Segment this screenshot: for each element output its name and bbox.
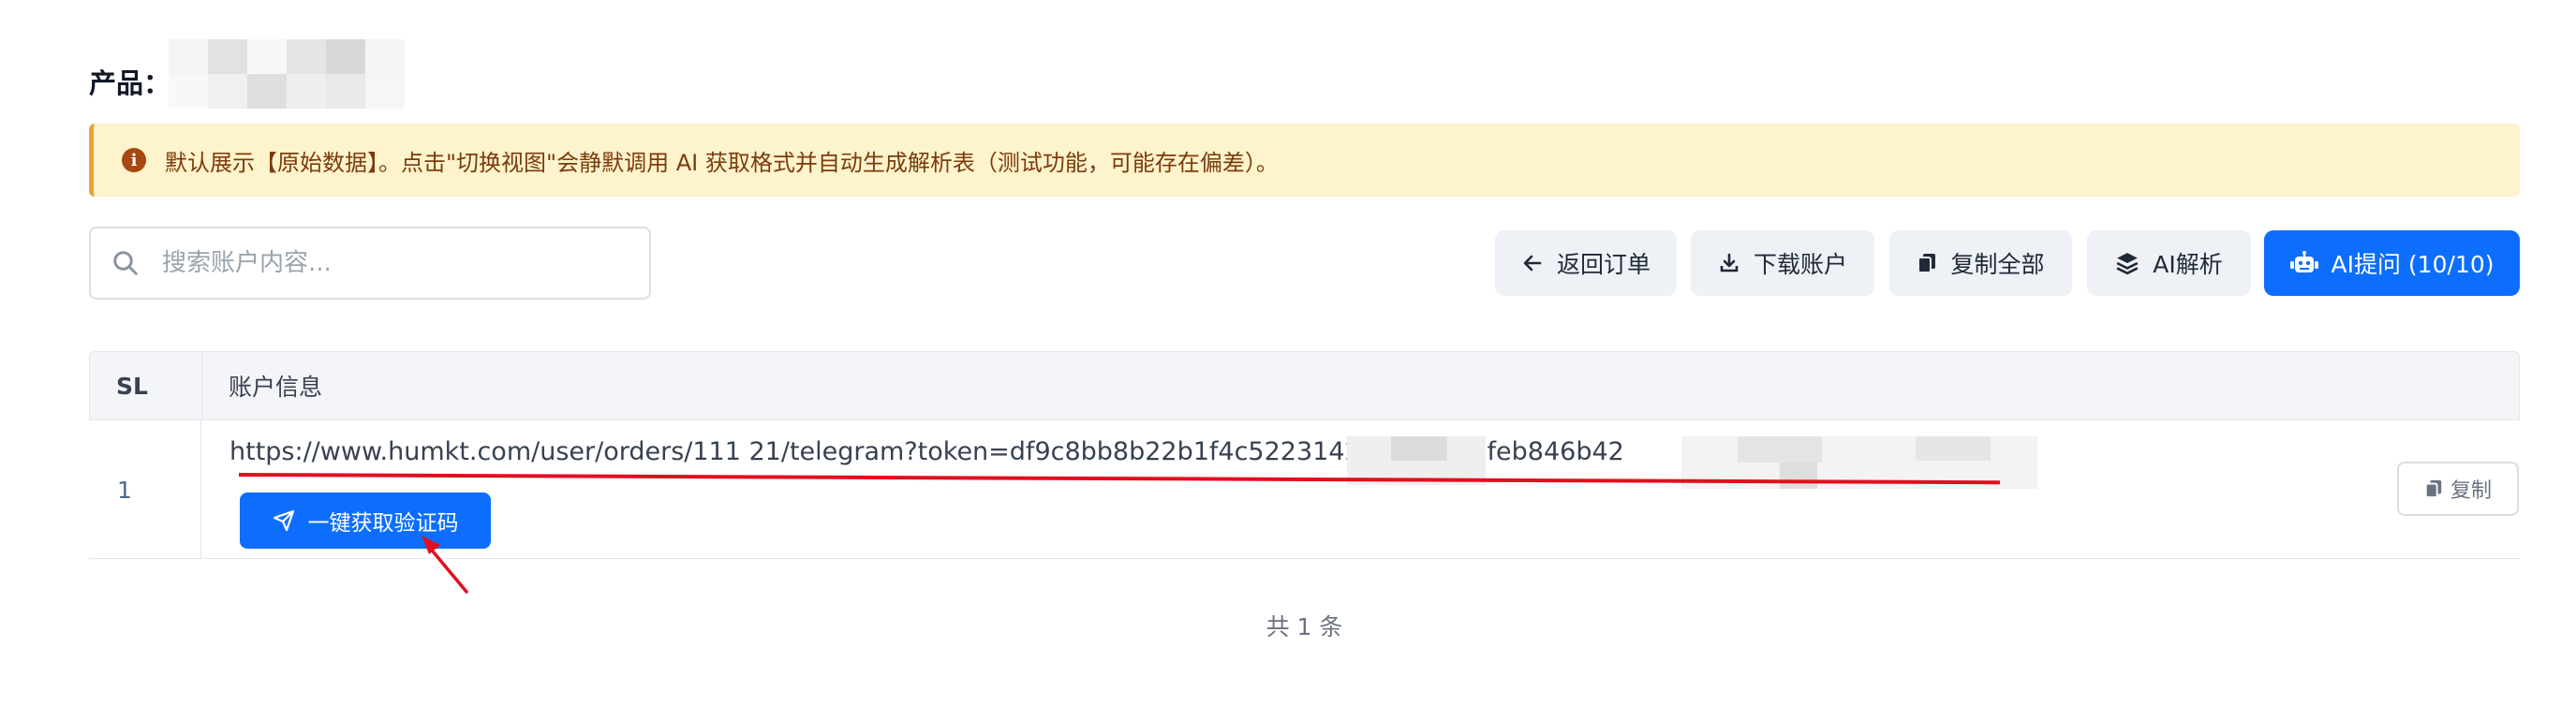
column-header-sl: SL (90, 352, 202, 419)
row-sl: 1 (89, 420, 201, 559)
redaction-block (1391, 436, 1447, 461)
redaction-block (1780, 463, 1817, 489)
layers-icon (2116, 253, 2139, 275)
redaction-block (1738, 436, 1822, 463)
back-to-orders-button[interactable]: 返回订单 (1495, 230, 1677, 296)
product-row: 产品： (89, 58, 170, 105)
copy-all-label: 复制全部 (1950, 251, 2045, 278)
row-copy-label: 复制 (2450, 479, 2492, 503)
ai-parse-button[interactable]: AI解析 (2087, 230, 2251, 296)
ai-ask-button[interactable]: AI提问 (10/10) (2264, 230, 2520, 296)
row-copy-button[interactable]: 复制 (2397, 462, 2519, 516)
red-arrow-annotation (422, 536, 468, 594)
table-header: SL 账户信息 (89, 351, 2520, 420)
send-icon (273, 509, 294, 532)
search-icon (113, 251, 138, 275)
copy-all-button[interactable]: 复制全部 (1889, 230, 2072, 296)
copy-icon (1917, 254, 1936, 273)
ai-parse-label: AI解析 (2153, 251, 2223, 278)
download-icon (1720, 253, 1739, 272)
product-label: 产品： (89, 67, 171, 99)
column-header-account-info: 账户信息 (229, 374, 323, 401)
total-count: 共 1 条 (1266, 613, 1343, 640)
info-alert: i 默认展示【原始数据】。点击"切换视图"会静默调用 AI 获取格式并自动生成解… (89, 124, 2520, 197)
copy-icon (2424, 479, 2442, 498)
ai-ask-label: AI提问 (10/10) (2331, 251, 2495, 278)
download-accounts-button[interactable]: 下载账户 (1691, 230, 1874, 296)
robot-icon (2289, 251, 2318, 272)
info-icon: i (122, 148, 146, 172)
search-box[interactable] (89, 227, 651, 300)
arrow-left-icon (1523, 255, 1542, 272)
download-label: 下载账户 (1753, 251, 1847, 278)
alert-text: 默认展示【原始数据】。点击"切换视图"会静默调用 AI 获取格式并自动生成解析表… (165, 149, 1279, 176)
search-input[interactable] (162, 249, 612, 277)
redaction-block (1916, 436, 1991, 461)
back-label: 返回订单 (1556, 251, 1651, 278)
redacted-product-name (169, 39, 487, 110)
